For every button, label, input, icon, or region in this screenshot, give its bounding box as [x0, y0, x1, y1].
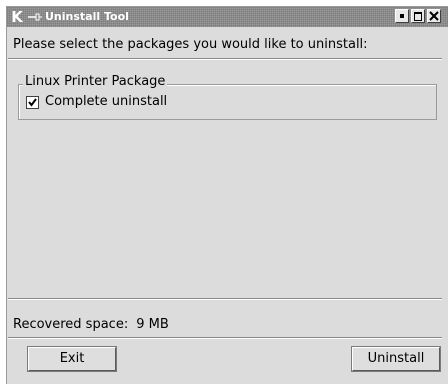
exit-button[interactable]: Exit	[28, 347, 116, 371]
kde-logo-icon[interactable]: K	[9, 8, 25, 26]
pin-icon[interactable]	[27, 9, 43, 25]
divider	[8, 337, 442, 339]
recovered-space-value: 9 MB	[136, 317, 169, 332]
instruction-text: Please select the packages you would lik…	[13, 37, 368, 52]
minimize-icon[interactable]	[395, 9, 409, 23]
package-group-title: Linux Printer Package	[23, 74, 168, 89]
maximize-icon[interactable]	[411, 9, 425, 23]
window-title: Uninstall Tool	[45, 10, 129, 23]
complete-uninstall-checkbox[interactable]	[26, 96, 39, 109]
recovered-space-label: Recovered space:	[13, 317, 129, 332]
uninstall-button[interactable]: Uninstall	[352, 347, 440, 371]
title-bar[interactable]: K Uninstall Tool	[7, 7, 448, 27]
recovered-space: Recovered space: 9 MB	[13, 317, 169, 332]
close-icon[interactable]	[427, 9, 441, 23]
divider	[8, 298, 442, 300]
complete-uninstall-label[interactable]: Complete uninstall	[45, 94, 167, 109]
